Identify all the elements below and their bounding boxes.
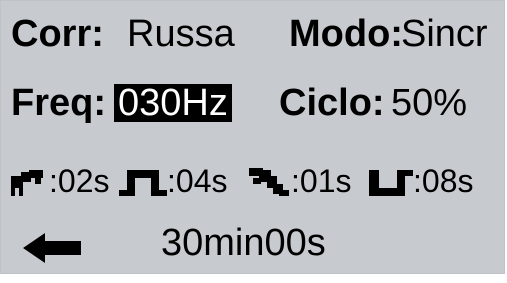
frequency-cycle-row: Freq: 030Hz Ciclo: 50% (1, 84, 504, 144)
session-timer[interactable]: 30min00s (161, 224, 326, 262)
timing-row: :02s :04s :01s :08s (1, 156, 504, 216)
lcd-screen: Corr: Russa Modo: Sincr Freq: 030Hz Cicl… (0, 0, 505, 274)
off-time[interactable]: :08s (413, 165, 473, 197)
ramp-down-time[interactable]: :01s (291, 165, 351, 197)
mode-value[interactable]: Sincr (401, 15, 488, 53)
cycle-label: Ciclo: (279, 82, 385, 124)
ramp-up-icon (11, 170, 43, 196)
mode-label: Modo: (289, 13, 403, 55)
current-mode-row: Corr: Russa Modo: Sincr (1, 15, 504, 75)
current-label: Corr: (11, 13, 104, 55)
ramp-down-icon (249, 168, 289, 196)
frequency-value[interactable]: 030Hz (114, 84, 232, 122)
cycle-value[interactable]: 50% (391, 84, 467, 122)
left-arrow-icon[interactable] (23, 233, 81, 263)
current-value[interactable]: Russa (127, 15, 235, 53)
pulse-on-icon (119, 170, 167, 196)
bottom-row: 30min00s (1, 223, 504, 283)
ramp-up-time[interactable]: :02s (49, 165, 109, 197)
on-time[interactable]: :04s (167, 165, 227, 197)
frequency-label: Freq: (11, 82, 106, 124)
pulse-off-icon (369, 170, 413, 196)
